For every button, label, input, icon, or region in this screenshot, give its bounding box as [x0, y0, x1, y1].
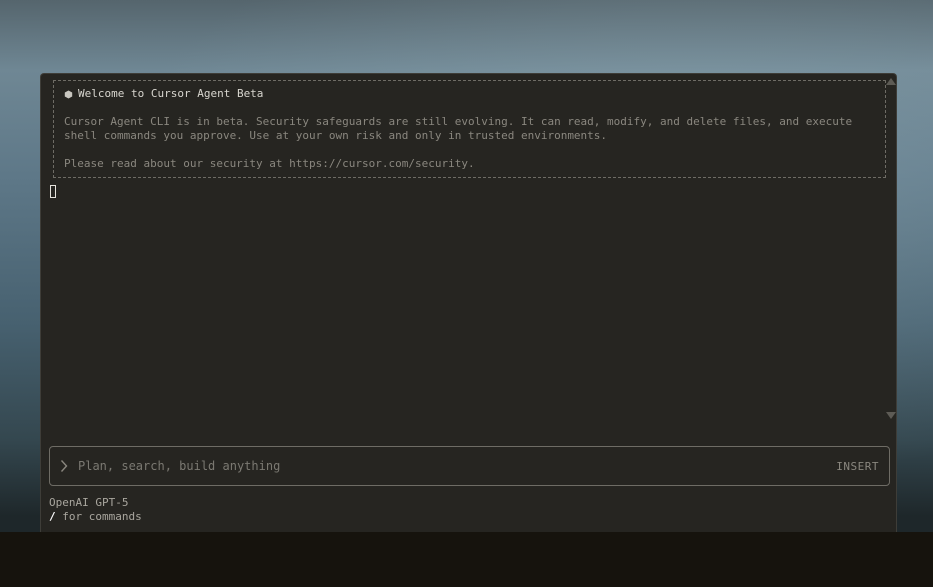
chevron-right-icon [60, 459, 68, 473]
welcome-title: Welcome to Cursor Agent Beta [78, 87, 264, 100]
slash-key: / [49, 510, 56, 523]
insert-mode-label: INSERT [836, 459, 879, 473]
prompt-input[interactable] [78, 459, 837, 473]
hexagon-icon [64, 90, 73, 99]
scroll-down-arrow-icon[interactable] [886, 412, 896, 419]
scroll-up-arrow-icon[interactable] [886, 78, 896, 85]
status-footer: OpenAI GPT-5 / for commands [49, 496, 142, 524]
security-notice: Please read about our security at https:… [64, 157, 475, 170]
prompt-box[interactable]: INSERT [49, 446, 890, 486]
welcome-banner: Welcome to Cursor Agent Beta Cursor Agen… [53, 80, 886, 178]
terminal-window[interactable]: Welcome to Cursor Agent Beta Cursor Agen… [40, 73, 897, 532]
commands-hint: / for commands [49, 510, 142, 524]
welcome-body-text: Cursor Agent CLI is in beta. Security sa… [64, 115, 853, 142]
taskbar [0, 532, 933, 587]
terminal-cursor [50, 185, 56, 198]
welcome-title-row: Welcome to Cursor Agent Beta [64, 87, 875, 101]
commands-hint-text: for commands [55, 510, 142, 523]
model-name: OpenAI GPT-5 [49, 496, 129, 509]
